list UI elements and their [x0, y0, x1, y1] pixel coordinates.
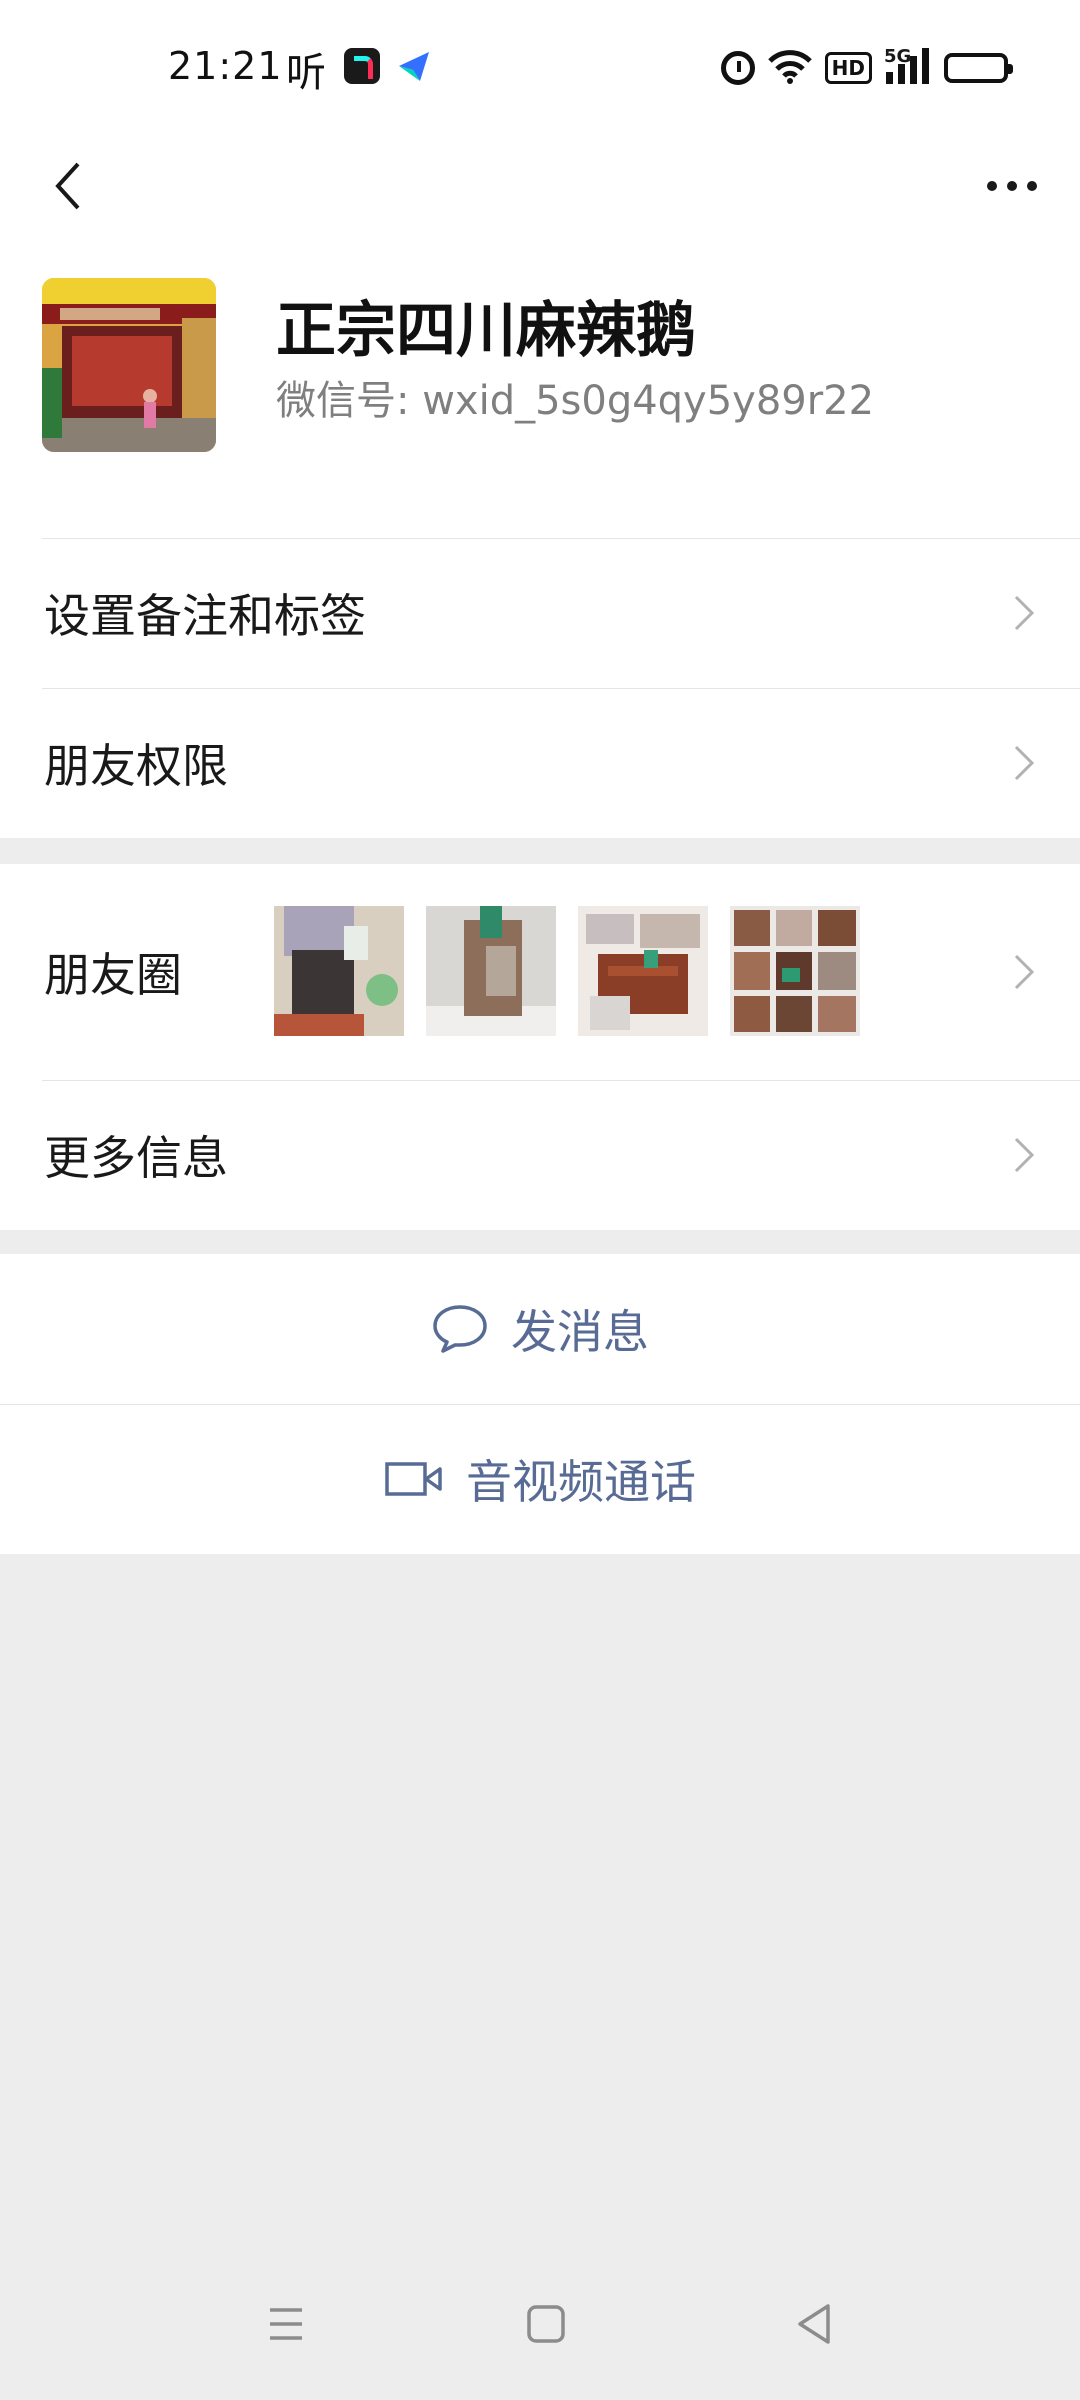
remark-and-tags-cell[interactable]: 设置备注和标签 [0, 538, 1080, 688]
remark-and-tags-label: 设置备注和标签 [44, 589, 366, 643]
wifi-icon [767, 48, 813, 88]
hd-icon: HD [824, 52, 872, 84]
5g-signal-icon: 5G [884, 46, 932, 88]
more-info-cell[interactable]: 更多信息 [0, 1080, 1080, 1230]
info-group: 朋友圈 更多信息 [0, 864, 1080, 1230]
home-button[interactable] [516, 2294, 576, 2354]
moments-thumbnails [274, 906, 860, 1036]
system-navigation-bar [0, 2250, 1080, 2400]
douyin-app-icon [344, 48, 380, 84]
moment-photo-1 [274, 906, 404, 1036]
square-home-icon [527, 2305, 565, 2343]
profile-nickname: 正宗四川麻辣鹅 [276, 296, 696, 366]
friend-permission-cell[interactable]: 朋友权限 [0, 688, 1080, 838]
more-horizontal-icon [987, 181, 1037, 191]
status-bar: 21:21 听 HD 5G [0, 0, 1080, 136]
status-icons: HD 5G [720, 46, 1013, 88]
back-button[interactable] [28, 146, 108, 226]
menu-icon [270, 2308, 302, 2340]
triangle-back-icon [798, 2304, 830, 2344]
video-call-label: 音视频通话 [466, 1455, 696, 1509]
more-info-label: 更多信息 [44, 1131, 228, 1185]
send-message-button[interactable]: 发消息 [0, 1254, 1080, 1404]
wechat-id: 微信号: wxid_5s0g4qy5y89r22 [276, 378, 875, 424]
chevron-right-icon [1014, 1137, 1035, 1173]
more-options-button[interactable] [972, 146, 1052, 226]
alarm-icon [720, 51, 755, 85]
status-time: 21:21 [168, 44, 283, 88]
contact-profile-screen: 21:21 听 HD 5G 正宗四川麻辣鹅 微信号: wxid_5s0g4qy5… [0, 0, 1080, 2400]
moments-label: 朋友圈 [44, 948, 182, 1002]
settings-group: 设置备注和标签 朋友权限 [0, 538, 1080, 838]
chevron-left-icon [55, 162, 80, 210]
avatar[interactable] [42, 278, 216, 452]
actions-group: 发消息 音视频通话 [0, 1254, 1080, 1554]
top-navigation-bar [0, 136, 1080, 256]
chevron-right-icon [1014, 954, 1035, 990]
chevron-right-icon [1014, 595, 1035, 631]
moments-cell[interactable]: 朋友圈 [0, 864, 1080, 1080]
system-back-button[interactable] [786, 2294, 846, 2354]
video-call-button[interactable]: 音视频通话 [0, 1404, 1080, 1554]
video-camera-icon [385, 1462, 442, 1496]
recent-apps-button[interactable] [256, 2294, 316, 2354]
friend-permission-label: 朋友权限 [44, 739, 228, 793]
chevron-right-icon [1014, 745, 1035, 781]
ting-notification-icon: 听 [286, 50, 326, 96]
send-message-label: 发消息 [511, 1305, 649, 1359]
moment-photo-4 [730, 906, 860, 1036]
moment-photo-2 [426, 906, 556, 1036]
battery-icon [944, 53, 1013, 83]
moment-photo-3 [578, 906, 708, 1036]
chat-bubble-icon [433, 1305, 487, 1353]
feishu-app-icon [396, 48, 432, 84]
profile-header: 正宗四川麻辣鹅 微信号: wxid_5s0g4qy5y89r22 [0, 256, 1080, 538]
